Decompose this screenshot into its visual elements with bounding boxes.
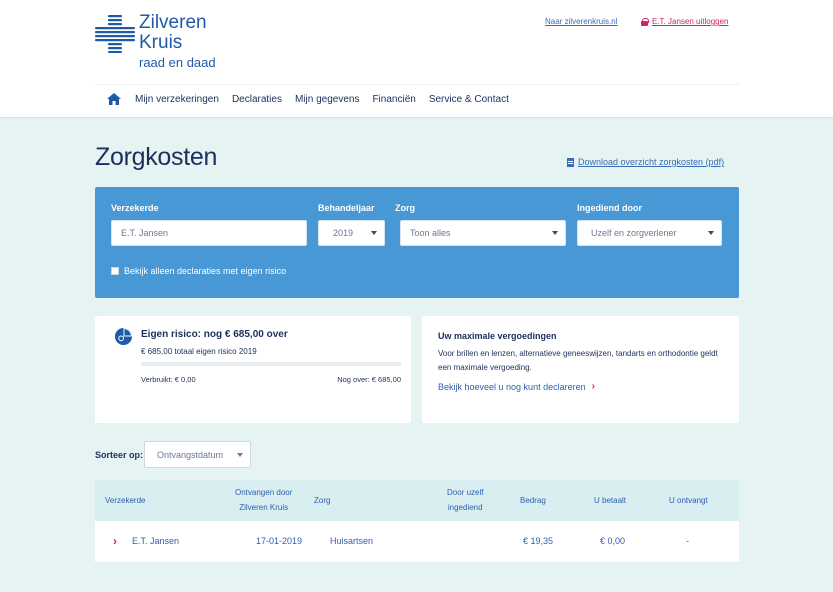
logo-line-1: Zilveren xyxy=(139,12,207,33)
max-vergoedingen-text: Voor brillen en lenzen, alternatieve gen… xyxy=(438,349,718,372)
eigen-risico-title: Eigen risico: nog € 685,00 over xyxy=(141,329,288,340)
site-header: Zilveren Kruis raad en daad Naar zilvere… xyxy=(0,0,833,118)
row-insured: E.T. Jansen xyxy=(132,536,180,546)
logo-tagline: raad en daad xyxy=(139,55,216,70)
table-row[interactable]: › E.T. Jansen 17-01-2019 Huisartsen € 19… xyxy=(95,521,739,563)
logo-wordmark: Zilveren Kruis raad en daad xyxy=(139,13,216,69)
nav-item-mijn-verzekeringen[interactable]: Mijn verzekeringen xyxy=(135,94,219,105)
row-you-receive: - xyxy=(686,536,689,546)
eigen-risico-filter[interactable]: Bekijk alleen declaraties met eigen risi… xyxy=(111,266,286,276)
header-received-line-1: Ontvangen door xyxy=(235,488,293,497)
row-amount: € 19,35 xyxy=(523,536,554,546)
care-select[interactable]: Toon alles xyxy=(400,220,566,246)
chevron-down-icon xyxy=(708,231,714,235)
insured-label: Verzekerde xyxy=(111,203,159,213)
document-icon xyxy=(567,157,574,167)
table-header: Verzekerde Ontvangen door Zilveren Kruis… xyxy=(95,480,739,521)
logout-label: E.T. Jansen uitloggen xyxy=(652,17,729,26)
submitted-select[interactable]: Uzelf en zorgverlener xyxy=(577,220,722,246)
submitted-label: Ingediend door xyxy=(577,203,642,213)
nav-item-financien[interactable]: Financiën xyxy=(372,94,415,105)
zilveren-kruis-logo[interactable]: Zilveren Kruis raad en daad xyxy=(95,13,225,73)
year-select[interactable]: 2019 xyxy=(318,220,385,246)
lock-icon xyxy=(641,17,649,26)
chevron-down-icon xyxy=(371,231,377,235)
header-self-line-1: Door uzelf xyxy=(447,488,484,497)
home-icon[interactable] xyxy=(107,93,121,105)
eigen-risico-checkbox-label: Bekijk alleen declaraties met eigen risi… xyxy=(124,266,287,276)
max-vergoedingen-link[interactable]: Bekijk hoeveel u nog kunt declareren › xyxy=(438,381,595,392)
row-you-pay: € 0,00 xyxy=(600,536,626,546)
row-received: 17-01-2019 xyxy=(256,536,303,546)
nav-item-service-contact[interactable]: Service & Contact xyxy=(429,94,509,105)
cross-logo-icon xyxy=(95,15,135,53)
download-pdf-label: Download overzicht zorgkosten (pdf) xyxy=(578,157,725,167)
header-you-receive: U ontvangt xyxy=(669,496,708,505)
eigen-risico-remaining: Nog over: € 685,00 xyxy=(337,375,401,384)
eigen-risico-checkbox[interactable] xyxy=(111,267,119,275)
sort-label: Sorteer op: xyxy=(95,450,144,460)
pie-chart-icon xyxy=(114,327,133,346)
eigen-risico-progress-bar xyxy=(141,362,401,366)
year-label: Behandeljaar xyxy=(318,203,375,213)
row-care: Huisartsen xyxy=(330,536,374,546)
sort-value: Ontvangstdatum xyxy=(157,449,224,460)
main-nav: Mijn verzekeringen Declaraties Mijn gege… xyxy=(107,93,509,105)
chevron-down-icon xyxy=(552,231,558,235)
header-care: Zorg xyxy=(314,496,331,505)
zilverenkruis-site-link[interactable]: Naar zilverenkruis.nl xyxy=(545,17,617,26)
eigen-risico-total: € 685,00 totaal eigen risico 2019 xyxy=(141,347,257,356)
insured-value: E.T. Jansen xyxy=(121,228,169,238)
insured-field[interactable]: E.T. Jansen xyxy=(111,220,307,246)
sort-select[interactable]: Ontvangstdatum xyxy=(144,441,251,468)
header-divider xyxy=(95,84,739,85)
logout-link[interactable]: E.T. Jansen uitloggen xyxy=(641,17,729,26)
eigen-risico-used: Verbruikt: € 0,00 xyxy=(141,375,196,384)
filter-panel: Verzekerde E.T. Jansen Behandeljaar 2019… xyxy=(95,187,739,298)
download-pdf-link[interactable]: Download overzicht zorgkosten (pdf) xyxy=(567,157,724,167)
header-self-line-2: ingediend xyxy=(447,503,483,512)
chevron-down-icon xyxy=(237,453,243,457)
max-vergoedingen-card: Uw maximale vergoedingen Voor brillen en… xyxy=(422,316,739,423)
nav-item-mijn-gegevens[interactable]: Mijn gegevens xyxy=(295,94,359,105)
header-amount: Bedrag xyxy=(520,496,546,505)
claims-table: Verzekerde Ontvangen door Zilveren Kruis… xyxy=(95,480,739,563)
submitted-value: Uzelf en zorgverlener xyxy=(591,228,677,238)
max-vergoedingen-link-label: Bekijk hoeveel u nog kunt declareren xyxy=(438,381,586,392)
header-self-submitted: Door uzelf ingediend xyxy=(447,485,483,515)
page-title: Zorgkosten xyxy=(95,143,218,171)
year-value: 2019 xyxy=(333,228,354,238)
header-insured: Verzekerde xyxy=(105,496,146,505)
care-value: Toon alles xyxy=(410,228,451,238)
logo-line-2: Kruis xyxy=(139,32,183,53)
eigen-risico-card: Eigen risico: nog € 685,00 over € 685,00… xyxy=(95,316,411,423)
header-you-pay: U betaalt xyxy=(594,496,627,505)
max-vergoedingen-title: Uw maximale vergoedingen xyxy=(438,331,557,341)
nav-item-declaraties[interactable]: Declaraties xyxy=(232,94,282,105)
care-label: Zorg xyxy=(395,203,415,213)
expand-chevron-icon[interactable]: › xyxy=(113,534,117,548)
header-received: Ontvangen door Zilveren Kruis xyxy=(235,485,292,515)
chevron-right-icon: › xyxy=(591,381,595,392)
header-received-line-2: Zilveren Kruis xyxy=(239,503,289,512)
